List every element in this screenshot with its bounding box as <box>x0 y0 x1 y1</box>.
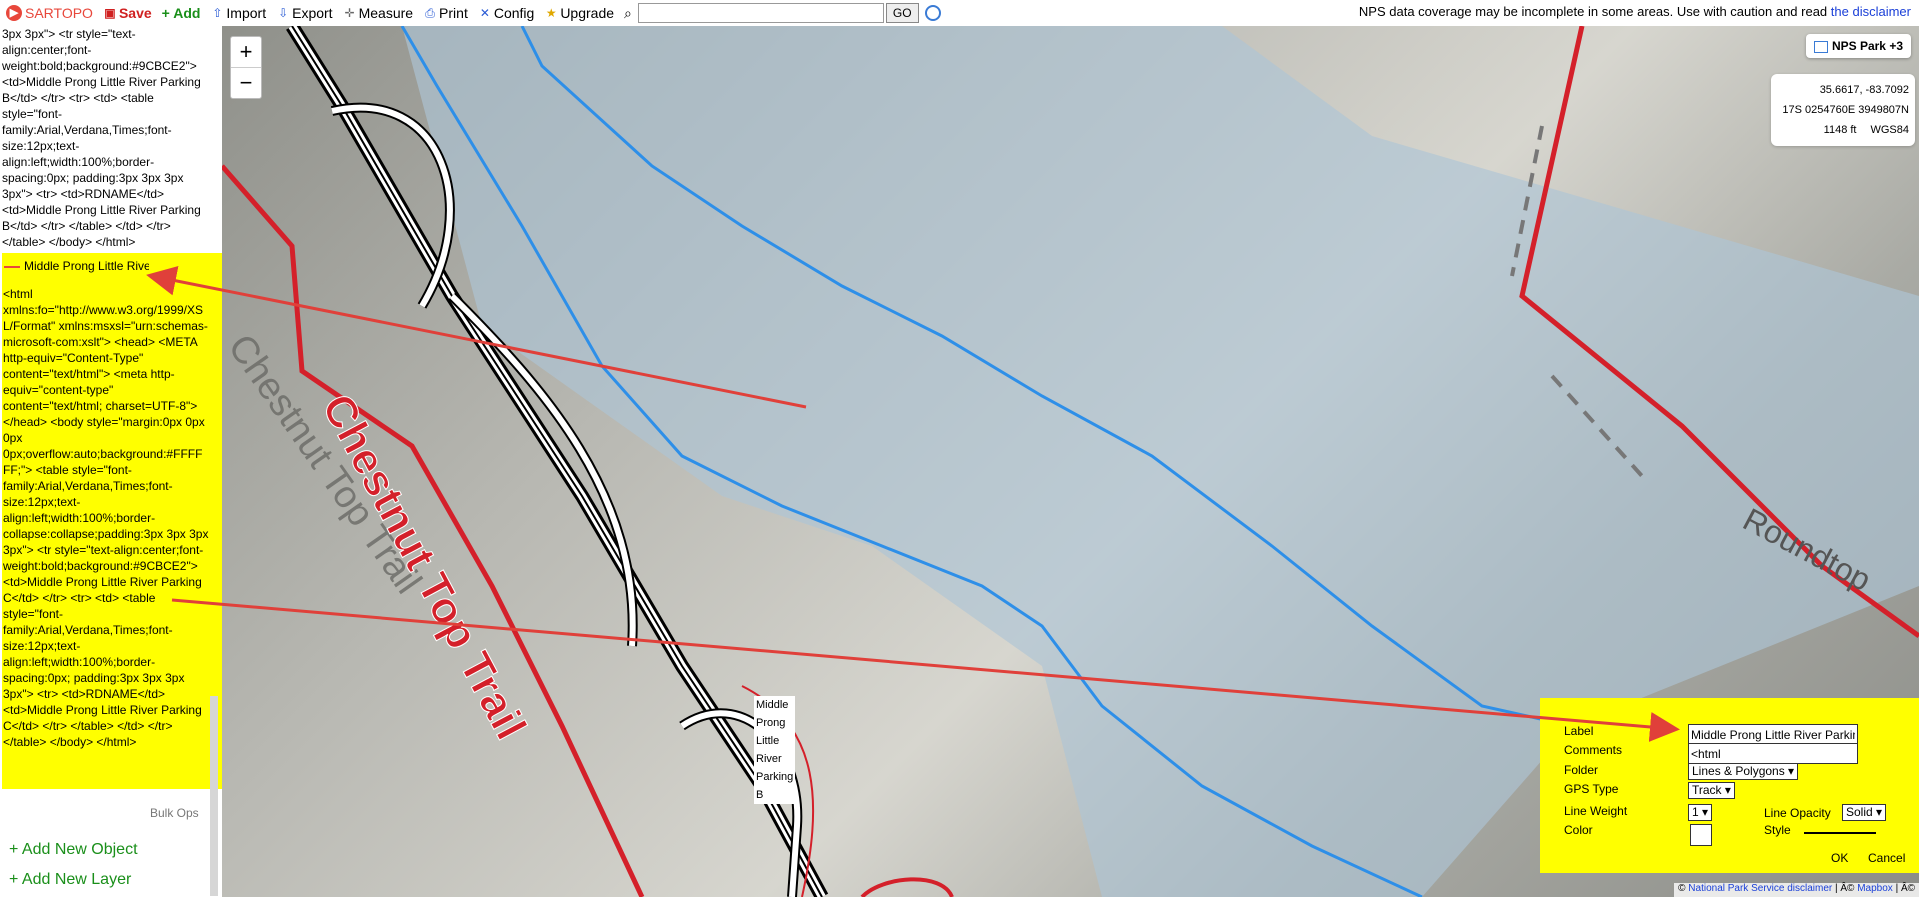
go-button[interactable]: GO <box>885 3 919 23</box>
config-label: Config <box>493 5 535 21</box>
upgrade-label: Upgrade <box>560 5 615 21</box>
line-opacity-select[interactable]: Solid ▾ <box>1842 804 1887 821</box>
export-arrow-down-icon: ⇩ <box>278 6 289 20</box>
tools-icon: ✕ <box>479 6 490 20</box>
object-editor-panel: Label Comments Folder Lines & Polygons ▾… <box>1540 698 1919 873</box>
export-label: Export <box>292 5 333 21</box>
logo-icon: ▶ <box>6 5 22 21</box>
add-button[interactable]: + Add <box>162 5 201 21</box>
label-input[interactable] <box>1688 724 1858 745</box>
road-bottom-loop <box>860 877 954 897</box>
notice-text: NPS data coverage may be incomplete in s… <box>1358 4 1828 19</box>
gps-type-select[interactable]: Track ▾ <box>1688 782 1735 799</box>
gps-type-caption: GPS Type <box>1564 782 1619 796</box>
elevation-datum-row: 1148 ft WGS84 <box>1777 120 1909 140</box>
add-new-object-link[interactable]: + Add New Object <box>9 841 138 859</box>
attribution-prefix: © <box>1678 883 1686 894</box>
parking-b-line-1: Middle <box>754 696 796 714</box>
folder-caption: Folder <box>1564 763 1599 777</box>
measure-label: Measure <box>358 5 414 21</box>
print-label: Print <box>439 5 468 21</box>
attribution-tail: | Â© <box>1895 883 1915 894</box>
selected-object-title-text: Middle Prong Little River Parking C <box>24 259 149 273</box>
latlon-readout: 35.6617, -83.7092 <box>1819 84 1909 96</box>
folder-select[interactable]: Lines & Polygons ▾ <box>1688 763 1799 780</box>
measure-crosshair-icon: ✛ <box>344 6 355 20</box>
comments-caption: Comments <box>1564 743 1623 757</box>
binoculars-icon[interactable]: ⌕ <box>624 5 632 22</box>
import-arrow-up-icon: ⇧ <box>212 6 223 20</box>
locate-target-icon[interactable] <box>924 5 941 21</box>
parking-b-line-5: Parking <box>754 768 796 786</box>
print-button[interactable]: ⎙ Print <box>423 5 468 21</box>
parking-b-line-4: River <box>754 750 796 768</box>
layer-selector-label: NPS Park +3 <box>1831 39 1903 53</box>
nps-notice: NPS data coverage may be incomplete in s… <box>1359 4 1911 19</box>
add-new-layer-link[interactable]: + Add New Layer <box>9 871 131 889</box>
map-attribution: © National Park Service disclaimer | Â© … <box>1674 883 1919 897</box>
parking-b-line-3: Little <box>754 732 796 750</box>
object-description-html: <html xmlns:fo="http://www.w3.org/1999/X… <box>3 287 209 749</box>
layers-icon <box>1813 40 1828 53</box>
import-label: Import <box>226 5 267 21</box>
zoom-out-button[interactable]: − <box>231 67 261 98</box>
sidebar: 3px 3px"> <tr style="text-align:center;f… <box>0 26 222 897</box>
nps-disclaimer-link[interactable]: National Park Service disclaimer <box>1688 883 1832 894</box>
color-swatch[interactable] <box>1690 824 1712 846</box>
coordinate-readout: 35.6617, -83.7092 17S 0254760E 3949807N … <box>1771 74 1915 146</box>
mapbox-link[interactable]: Mapbox <box>1857 883 1893 894</box>
star-icon: ★ <box>545 6 557 20</box>
layer-selector-button[interactable]: NPS Park +3 <box>1805 34 1911 58</box>
line-opacity-caption: Line Opacity <box>1764 806 1831 820</box>
config-button[interactable]: ✕ Config <box>478 5 535 21</box>
import-button[interactable]: ⇧ Import <box>210 5 266 21</box>
printer-icon: ⎙ <box>425 6 435 20</box>
line-weight-caption: Line Weight <box>1564 804 1628 818</box>
save-label: Save <box>118 5 152 21</box>
object-description-previous: 3px 3px"> <tr style="text-align:center;f… <box>2 27 201 249</box>
selected-object-entry[interactable]: Middle Prong Little River Parking C <htm… <box>2 253 222 789</box>
disclaimer-link[interactable]: the disclaimer <box>1831 4 1911 19</box>
elevation-readout: 1148 ft <box>1823 124 1857 136</box>
upgrade-button[interactable]: ★ Upgrade <box>544 5 614 21</box>
search-input[interactable] <box>637 3 884 23</box>
top-toolbar: ▶ SARTOPO ▣ Save + Add ⇧ Import ⇩ Export… <box>0 0 1919 26</box>
zoom-in-button[interactable]: + <box>231 37 261 67</box>
line-style-swatch-icon <box>4 265 20 268</box>
color-caption: Color <box>1564 823 1593 837</box>
line-weight-select[interactable]: 1 ▾ <box>1688 804 1713 821</box>
selected-object-title[interactable]: Middle Prong Little River Parking C <box>4 259 149 273</box>
sidebar-scrollbar[interactable] <box>210 696 218 896</box>
parking-b-label: Middle Prong Little River Parking B <box>752 696 797 804</box>
cancel-button[interactable]: Cancel <box>1868 851 1905 865</box>
export-button[interactable]: ⇩ Export <box>276 5 333 21</box>
save-button[interactable]: ▣ Save <box>103 5 152 21</box>
utm-readout: 17S 0254760E 3949807N <box>1782 104 1909 116</box>
zoom-control: + − <box>230 36 262 99</box>
style-preview-line[interactable] <box>1804 832 1876 834</box>
parking-b-line-6: B <box>754 786 796 804</box>
style-caption: Style <box>1764 823 1791 837</box>
parking-b-line-2: Prong <box>754 714 796 732</box>
bulk-ops-link[interactable]: Bulk Ops <box>150 806 199 820</box>
floppy-disk-icon: ▣ <box>104 6 116 20</box>
label-caption: Label <box>1564 724 1594 738</box>
datum-readout: WGS84 <box>1870 124 1909 136</box>
ok-button[interactable]: OK <box>1831 851 1848 865</box>
comments-input[interactable] <box>1688 743 1858 764</box>
logo-text: SARTOPO <box>25 5 93 21</box>
attribution-separator: | Â© <box>1835 883 1855 894</box>
sartopo-logo[interactable]: ▶ SARTOPO <box>6 5 93 21</box>
add-label: + Add <box>161 5 201 21</box>
measure-button[interactable]: ✛ Measure <box>343 5 414 21</box>
